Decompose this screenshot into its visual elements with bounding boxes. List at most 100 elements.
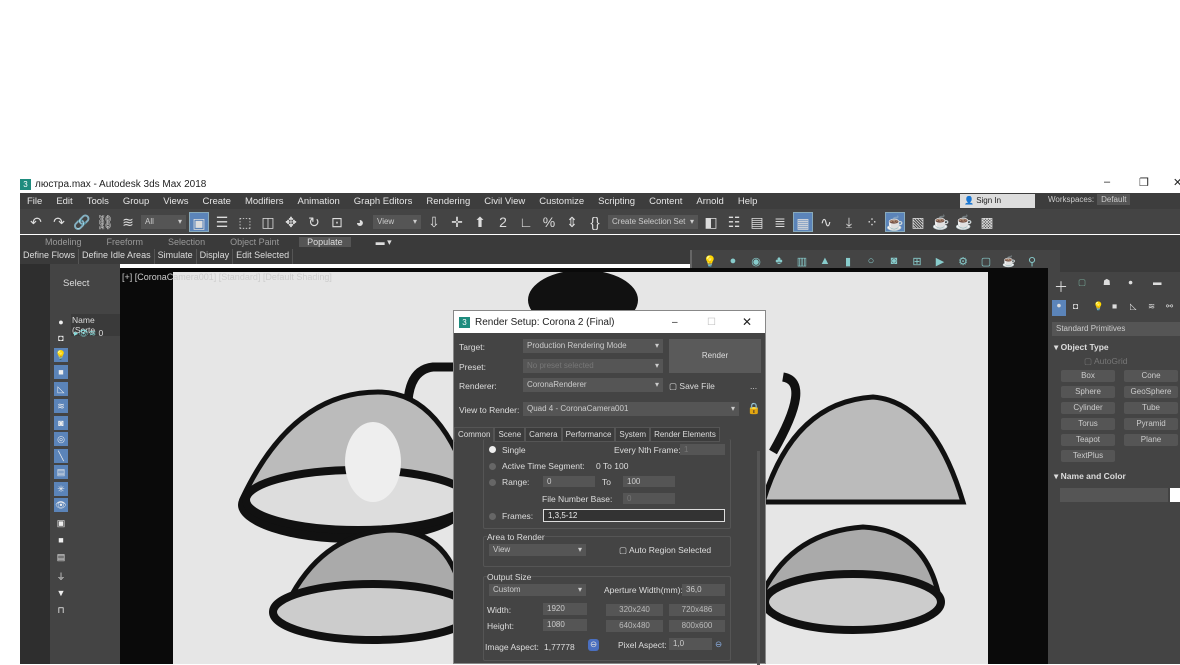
proxy-icon[interactable]: ▥ (794, 255, 810, 268)
sphere-button[interactable]: Sphere (1061, 386, 1115, 398)
menu-customize[interactable]: Customize (532, 196, 591, 207)
teapot-button[interactable]: Teapot (1061, 434, 1115, 446)
display-hidden-icon[interactable]: 👁 (54, 498, 68, 512)
motion-tab-icon[interactable]: ● (1128, 277, 1133, 287)
dialog-scrollbar[interactable] (757, 451, 760, 665)
display-tab-icon[interactable]: ▬ (1153, 277, 1162, 287)
rect-selection-icon[interactable]: ⬚ (235, 212, 255, 232)
torus-button[interactable]: Torus (1061, 418, 1115, 430)
angle-snap-icon[interactable]: ∟ (516, 212, 536, 232)
vfb-icon[interactable]: ▶ (932, 255, 948, 268)
menu-rendering[interactable]: Rendering (419, 196, 477, 207)
display-button[interactable]: Display (197, 249, 234, 264)
display-spacewarps-icon[interactable]: ≋ (54, 399, 68, 413)
camera-icon[interactable]: ◉ (748, 255, 764, 268)
save-file-checkbox[interactable]: ▢ Save File (669, 381, 715, 392)
autogrid-checkbox[interactable]: ▢ AutoGrid (1084, 356, 1127, 367)
output-size-dropdown[interactable]: Custom ▾ (489, 584, 586, 596)
sign-in-dropdown[interactable]: 👤 Sign In (960, 194, 1035, 208)
slicer-icon[interactable]: ▲ (817, 255, 833, 267)
menu-scripting[interactable]: Scripting (591, 196, 642, 207)
file-number-base-spinner[interactable]: 0 (623, 493, 675, 504)
select-manipulate-icon[interactable]: ✛ (447, 212, 467, 232)
scene-explorer-icon[interactable]: ▤ (747, 212, 767, 232)
preset-720x486-button[interactable]: 720x486 (669, 604, 725, 616)
preset-800x600-button[interactable]: 800x600 (669, 620, 725, 632)
keyboard-shortcut-icon[interactable]: ⬆ (470, 212, 490, 232)
geometry-icon[interactable]: ● (1052, 300, 1066, 316)
cone-button[interactable]: Cone (1124, 370, 1178, 382)
menu-modifiers[interactable]: Modifiers (238, 196, 291, 207)
display-containers-icon[interactable]: ▤ (54, 465, 68, 479)
auto-region-checkbox[interactable]: ▢ Auto Region Selected (619, 545, 711, 556)
frame-icon[interactable]: ▢ (978, 255, 994, 268)
height-spinner[interactable]: 1080 (543, 619, 587, 631)
menu-create[interactable]: Create (195, 196, 238, 207)
tab-selection[interactable]: Selection (143, 237, 205, 247)
display-geometry-icon[interactable]: ● (54, 315, 68, 329)
select-object-icon[interactable]: ▣ (189, 211, 209, 232)
menu-arnold[interactable]: Arnold (689, 196, 730, 207)
schematic-view-icon[interactable]: ⁘ (862, 212, 882, 232)
tab-freeform[interactable]: Freeform (82, 237, 144, 247)
scatter-icon[interactable]: ♣ (771, 255, 787, 267)
menu-animation[interactable]: Animation (291, 196, 347, 207)
render-button[interactable]: Render (669, 339, 761, 373)
aperture-width-spinner[interactable]: 36,0 (682, 584, 725, 596)
menu-file[interactable]: File (20, 196, 49, 207)
pyramid-button[interactable]: Pyramid (1124, 418, 1178, 430)
rotate-icon[interactable]: ↻ (304, 212, 324, 232)
cameras-icon[interactable]: ■ (1112, 301, 1117, 311)
material-icon[interactable]: ◙ (886, 255, 902, 267)
spinner-snap-icon[interactable]: ⇕ (562, 212, 582, 232)
ring-icon[interactable]: ○ (863, 255, 879, 267)
snaps-icon[interactable]: 2 (493, 212, 513, 232)
dialog-close-button[interactable]: ✕ (742, 315, 752, 329)
bind-spacewarp-icon[interactable]: ≋ (118, 212, 138, 232)
cylinder-button[interactable]: Cylinder (1061, 402, 1115, 414)
menu-content[interactable]: Content (642, 196, 689, 207)
filter-options-icon[interactable]: ⏚ (54, 570, 68, 584)
tube-button[interactable]: Tube (1124, 402, 1178, 414)
align-icon[interactable]: ☷ (724, 212, 744, 232)
display-lights-icon[interactable]: 💡 (54, 348, 68, 362)
ribbon-toggle-icon[interactable]: ▦ (793, 211, 813, 232)
lightbulb-icon[interactable]: ⚲ (1024, 255, 1040, 268)
menu-civil-view[interactable]: Civil View (477, 196, 532, 207)
viewport-label[interactable]: [+] [CoronaCamera001] [Standard] [Defaul… (122, 272, 332, 282)
area-dropdown[interactable]: View ▾ (489, 544, 586, 556)
edit-selected-button[interactable]: Edit Selected (233, 249, 294, 264)
frames-input[interactable]: 1,3,5-12 (543, 509, 725, 522)
light-icon[interactable]: 💡 (702, 255, 718, 268)
helpers-icon[interactable]: ◺ (1130, 301, 1137, 312)
rendered-frame-window-icon[interactable]: ▧ (908, 212, 928, 232)
converter-icon[interactable]: ⚙ (955, 255, 971, 268)
placement-icon[interactable]: ◕ (350, 212, 370, 232)
shapes-icon[interactable]: ◘ (1073, 301, 1078, 311)
range-radio[interactable] (489, 479, 496, 486)
selection-filter-dropdown[interactable]: All ▾ (141, 214, 186, 229)
pixel-aspect-spinner[interactable]: 1,0 (669, 638, 712, 650)
range-from-spinner[interactable]: 0 (543, 476, 595, 487)
image-aspect-lock-icon[interactable]: ⊖ (588, 639, 599, 651)
save-file-browse-button[interactable]: ... (750, 381, 757, 391)
preset-320x240-button[interactable]: 320x240 (606, 604, 663, 616)
menu-graph-editors[interactable]: Graph Editors (347, 196, 420, 207)
render-setup-icon[interactable]: ☕ (885, 211, 905, 232)
scale-icon[interactable]: ⊡ (327, 212, 347, 232)
display-cameras-icon[interactable]: ■ (54, 365, 68, 379)
menu-group[interactable]: Group (116, 196, 156, 207)
preset-dropdown[interactable]: No preset selected ▾ (523, 359, 663, 373)
layer-row[interactable]: ▸👁≋ 0 (74, 328, 103, 339)
tab-modeling[interactable]: Modeling (20, 237, 82, 247)
name-color-rollout[interactable]: ▾ Name and Color (1054, 471, 1126, 482)
spacewarps-icon[interactable]: ≋ (1148, 301, 1155, 312)
mirror-icon[interactable]: ◧ (701, 212, 721, 232)
menu-tools[interactable]: Tools (80, 196, 116, 207)
move-icon[interactable]: ✥ (281, 212, 301, 232)
pivot-icon[interactable]: ⇩ (424, 212, 444, 232)
minimize-button[interactable]: – (1104, 176, 1110, 188)
box-button[interactable]: Box (1061, 370, 1115, 382)
display-shapes-icon[interactable]: ◘ (54, 331, 68, 345)
dialog-maximize-button[interactable]: ☐ (707, 317, 716, 328)
